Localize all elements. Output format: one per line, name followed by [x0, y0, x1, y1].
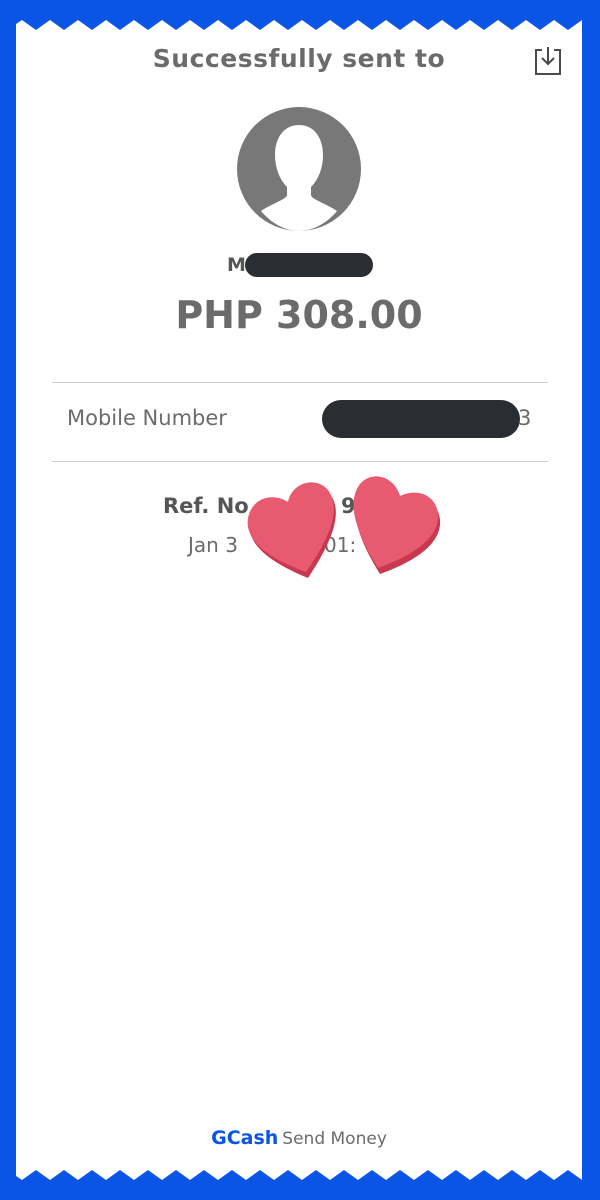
recipient-name-initial: M [227, 254, 246, 276]
hearts-sticker-icon [247, 476, 441, 578]
top-zigzag-edge [16, 0, 582, 30]
mobile-redaction-bar [322, 400, 520, 438]
recipient-name: M [16, 252, 582, 278]
user-avatar-icon [237, 107, 361, 231]
page-title: Successfully sent to [152, 44, 446, 73]
divider [52, 382, 548, 383]
bottom-zigzag-edge [16, 1170, 582, 1200]
mobile-number-suffix: 3 [518, 406, 532, 430]
amount-sent: PHP 308.00 [175, 293, 423, 337]
name-redaction-bar [245, 253, 373, 277]
gcash-brand-text: GCash [211, 1127, 279, 1149]
download-icon[interactable] [532, 44, 564, 78]
receipt-card: Successfully sent to M PHP 308.00 Mobile… [16, 0, 582, 1200]
send-money-label: Send Money [282, 1129, 387, 1149]
footer: GCash Send Money [16, 1127, 582, 1149]
divider [52, 461, 548, 462]
mobile-number-label: Mobile Number [67, 406, 227, 430]
